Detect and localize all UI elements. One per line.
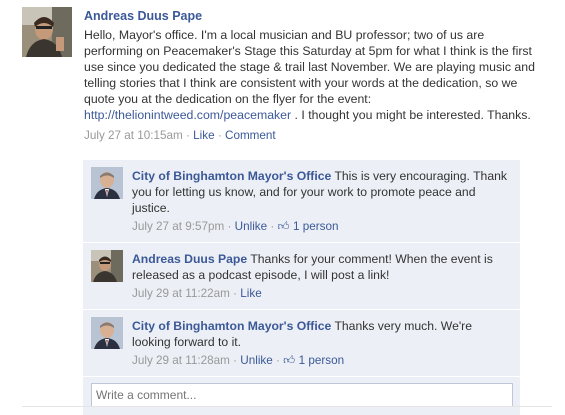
separator-dot: · xyxy=(227,220,235,233)
like-count-text: 1 person xyxy=(298,354,345,367)
comment-author-name[interactable]: City of Binghamton Mayor's Office xyxy=(132,319,331,333)
post-author-avatar[interactable] xyxy=(22,7,72,57)
comment-avatar[interactable] xyxy=(91,317,123,349)
comment-list: City of Binghamton Mayor's Office This i… xyxy=(83,160,520,415)
write-comment-box xyxy=(83,377,520,415)
mayor-photo-icon xyxy=(91,317,123,349)
comment-like-count[interactable]: 👍︎ 1 person xyxy=(283,354,344,367)
divider xyxy=(22,406,552,407)
comment-item: Andreas Duus Pape Thanks for your commen… xyxy=(83,243,520,310)
comment-unlike-button[interactable]: Unlike xyxy=(235,220,267,233)
comment-timestamp[interactable]: July 29 at 11:28am xyxy=(132,354,230,367)
comment-unlike-button[interactable]: Unlike xyxy=(240,354,272,367)
thumbs-up-icon: 👍︎ xyxy=(277,220,290,233)
separator-dot: · xyxy=(217,128,225,142)
thumbs-up-icon: 👍︎ xyxy=(283,354,296,367)
person-photo-icon xyxy=(22,7,72,57)
post-text: Hello, Mayor's office. I'm a local music… xyxy=(84,27,544,124)
comment-timestamp[interactable]: July 27 at 9:57pm xyxy=(132,220,224,233)
comment-avatar[interactable] xyxy=(91,167,123,199)
post-timestamp[interactable]: July 27 at 10:15am xyxy=(84,129,183,142)
comment-item: City of Binghamton Mayor's Office This i… xyxy=(83,160,520,243)
post-text-part2: . I thought you might be interested. Tha… xyxy=(291,108,531,123)
comment-item: City of Binghamton Mayor's Office Thanks… xyxy=(83,310,520,377)
comment-like-button[interactable]: Like xyxy=(240,287,261,300)
post-like-button[interactable]: Like xyxy=(193,129,214,142)
separator-dot: · xyxy=(270,220,278,233)
comment-timestamp[interactable]: July 29 at 11:22am xyxy=(132,287,230,300)
post-link[interactable]: http://thelionintweed.com/peacemaker xyxy=(84,108,291,122)
comment-author-name[interactable]: Andreas Duus Pape xyxy=(132,252,247,266)
person-photo-icon xyxy=(91,250,123,282)
mayor-photo-icon xyxy=(91,167,123,199)
comment-avatar[interactable] xyxy=(91,250,123,282)
like-count-text: 1 person xyxy=(293,220,339,233)
post-comment-button[interactable]: Comment xyxy=(225,129,276,142)
comment-author-name[interactable]: City of Binghamton Mayor's Office xyxy=(132,169,331,183)
comment-like-count[interactable]: 👍︎ 1 person xyxy=(278,220,339,233)
post-text-part1: Hello, Mayor's office. I'm a local music… xyxy=(84,28,535,107)
post-author-name[interactable]: Andreas Duus Pape xyxy=(84,9,202,23)
write-comment-input[interactable] xyxy=(91,383,513,407)
